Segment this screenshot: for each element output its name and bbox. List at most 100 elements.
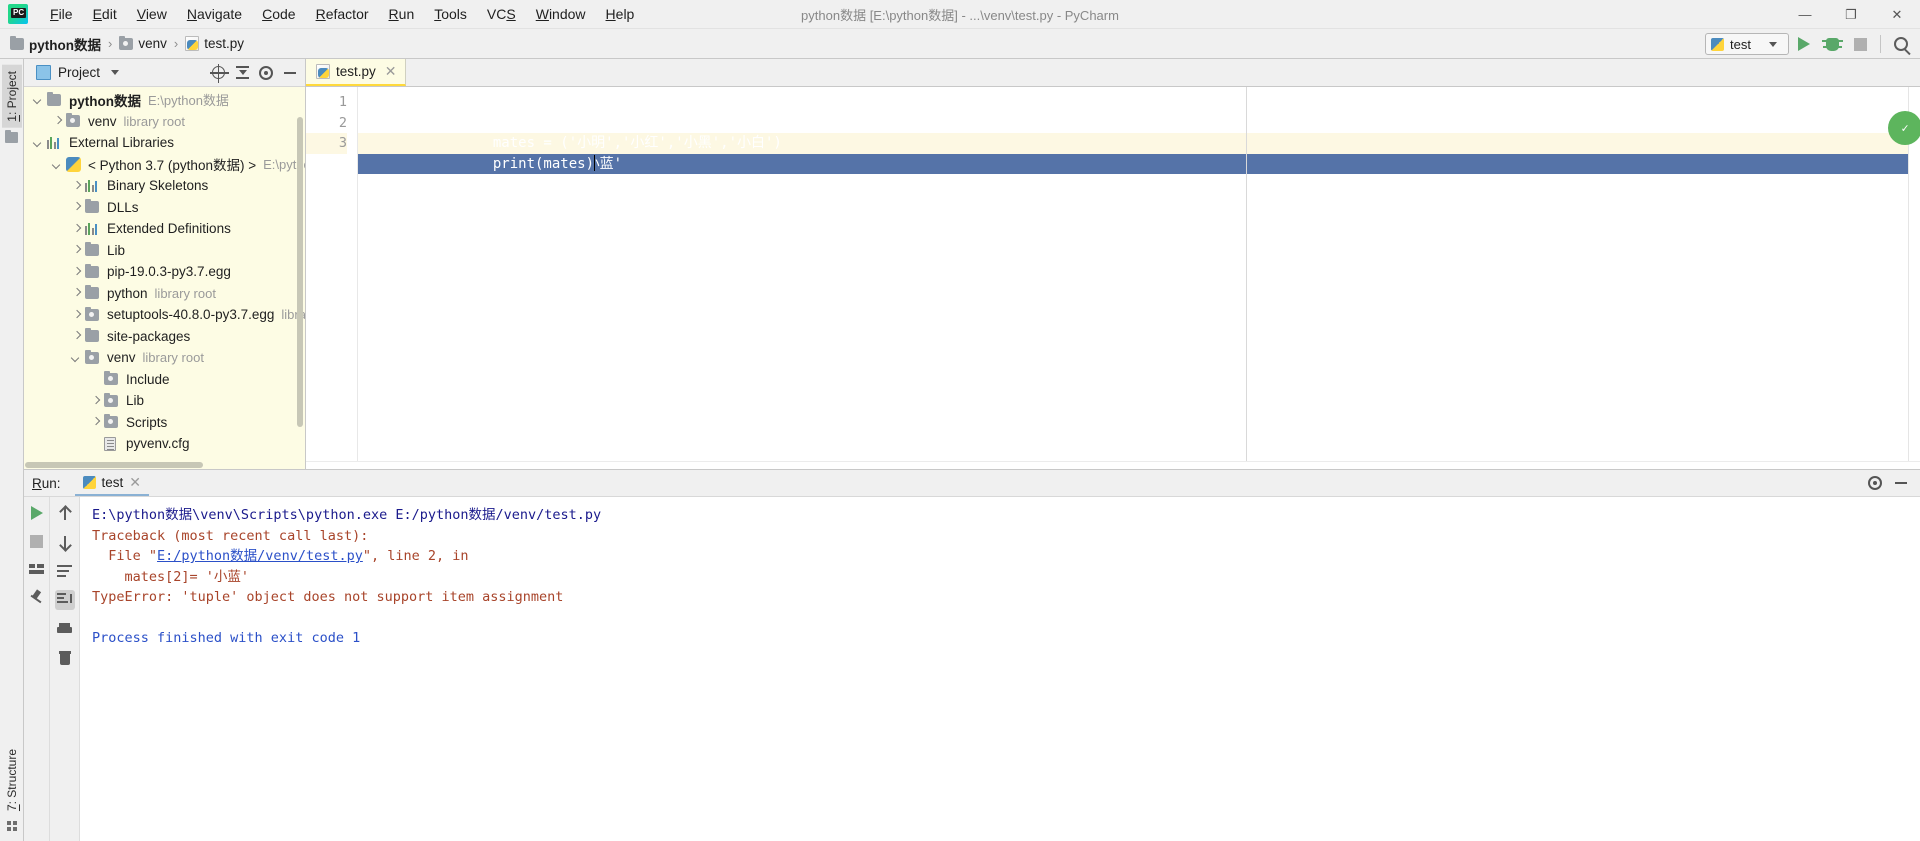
console-output[interactable]: E:\python数据\venv\Scripts\python.exe E:/p…: [80, 497, 1920, 841]
editor-area: test.py ✕ 1 2 3 mates = ('小明','小红','小黑',…: [306, 59, 1920, 469]
chevron-down-icon[interactable]: [70, 351, 83, 364]
tree-item[interactable]: Include: [24, 369, 305, 391]
tree-item[interactable]: venv library root: [24, 347, 305, 369]
rerun-button[interactable]: [27, 503, 47, 523]
bars-icon: [85, 179, 99, 192]
menu-window-label: indow: [548, 6, 586, 22]
debug-button[interactable]: [1819, 31, 1845, 57]
breadcrumb-item-venv[interactable]: venv: [117, 35, 169, 51]
menu-vcs[interactable]: VCS: [477, 2, 526, 26]
chevron-right-icon[interactable]: [70, 287, 83, 300]
breadcrumb-item-project[interactable]: python数据: [8, 34, 103, 54]
soft-wrap-button[interactable]: [55, 561, 75, 581]
menu-tools[interactable]: Tools: [424, 2, 477, 26]
minimize-button[interactable]: —: [1782, 0, 1828, 29]
pin-tab-button[interactable]: [27, 587, 47, 607]
sidebar-tab-project[interactable]: 1: Project: [1, 65, 22, 128]
menu-edit[interactable]: Edit: [83, 2, 127, 26]
menu-view[interactable]: View: [127, 2, 177, 26]
tree-item[interactable]: Extended Definitions: [24, 218, 305, 240]
run-configuration-selector[interactable]: test: [1705, 33, 1789, 55]
tree-item[interactable]: Binary Skeletons: [24, 175, 305, 197]
chevron-right-icon[interactable]: [70, 330, 83, 343]
inspection-status-badge[interactable]: ✓: [1888, 111, 1920, 145]
run-tab-test[interactable]: test ✕: [74, 470, 150, 496]
scroll-to-end-button[interactable]: [54, 590, 75, 610]
project-tree[interactable]: python数据 E:\python数据 venv library root Exter…: [24, 87, 305, 461]
breadcrumb-project-label: python数据: [29, 37, 101, 53]
editor-hscrollbar[interactable]: [306, 461, 1920, 469]
chevron-down-icon[interactable]: [32, 93, 45, 106]
tree-item[interactable]: pip-19.0.3-py3.7.egg: [24, 261, 305, 283]
tree-item[interactable]: python数据 E:\python数据: [24, 89, 305, 111]
run-toolbar-primary: [24, 497, 50, 841]
close-icon[interactable]: ✕: [129, 474, 141, 491]
menu-help[interactable]: Help: [596, 2, 645, 26]
chevron-right-icon[interactable]: [70, 244, 83, 257]
grid-strip-icon[interactable]: [6, 821, 17, 831]
python-icon: [66, 156, 81, 172]
tree-item[interactable]: pyvenv.cfg: [24, 433, 305, 455]
code-line-2[interactable]: mates[2]= '小蓝': [358, 113, 1908, 174]
hide-run-panel-button[interactable]: [1890, 472, 1912, 494]
clear-all-button[interactable]: [55, 648, 75, 668]
editor-tab-test-py[interactable]: test.py ✕: [306, 59, 406, 86]
tree-item[interactable]: Lib: [24, 240, 305, 262]
folder-icon: [85, 328, 99, 343]
scroll-from-source-button[interactable]: [207, 62, 229, 84]
maximize-button[interactable]: ❐: [1828, 0, 1874, 29]
tree-item[interactable]: External Libraries: [24, 132, 305, 154]
chevron-right-icon[interactable]: [70, 222, 83, 235]
next-occurrence-button[interactable]: [55, 532, 75, 552]
tree-item[interactable]: python library root: [24, 283, 305, 305]
collapse-all-button[interactable]: [231, 62, 253, 84]
menu-code[interactable]: Code: [252, 2, 305, 26]
tree-item[interactable]: setuptools-40.8.0-py3.7.egg libra: [24, 304, 305, 326]
menu-tools-label: ools: [441, 6, 467, 22]
menu-run[interactable]: Run: [379, 2, 425, 26]
show-layout-button[interactable]: [27, 559, 47, 579]
menu-window[interactable]: Window: [526, 2, 596, 26]
code-editor[interactable]: 1 2 3 mates = ('小明','小红','小黑','小白') '小蓝'…: [306, 87, 1920, 461]
run-button[interactable]: [1791, 31, 1817, 57]
chevron-right-icon[interactable]: [70, 308, 83, 321]
project-panel-title[interactable]: Project: [36, 65, 120, 80]
settings-button[interactable]: [255, 62, 277, 84]
close-button[interactable]: ✕: [1874, 0, 1920, 29]
code-line-1[interactable]: mates = ('小明','小红','小黑','小白'): [358, 92, 1908, 154]
sidebar-tab-structure[interactable]: 7: Structure: [2, 743, 22, 817]
stop-button[interactable]: [1847, 31, 1873, 57]
close-icon[interactable]: ✕: [385, 63, 397, 80]
chevron-right-icon[interactable]: [89, 394, 102, 407]
menu-refactor[interactable]: Refactor: [306, 2, 379, 26]
search-everywhere-button[interactable]: [1888, 31, 1914, 57]
hide-panel-button[interactable]: [279, 62, 301, 84]
console-file-link[interactable]: E:/python数据/venv/test.py: [157, 548, 363, 564]
menu-navigate[interactable]: Navigate: [177, 2, 252, 26]
menu-file[interactable]: File: [40, 2, 83, 26]
project-tree-hscrollbar[interactable]: [24, 461, 305, 469]
tree-item[interactable]: Lib: [24, 390, 305, 412]
project-tree-scrollbar[interactable]: [297, 117, 303, 427]
folder-strip-icon[interactable]: [5, 131, 18, 143]
stop-process-button[interactable]: [27, 531, 47, 551]
chevron-down-icon[interactable]: [32, 136, 45, 149]
code-content[interactable]: mates = ('小明','小红','小黑','小白') mates[2]= …: [358, 87, 1920, 461]
chevron-right-icon[interactable]: [70, 265, 83, 278]
tree-item[interactable]: site-packages: [24, 326, 305, 348]
chevron-right-icon[interactable]: [51, 115, 64, 128]
chevron-right-icon[interactable]: [70, 201, 83, 214]
tree-item[interactable]: DLLs: [24, 197, 305, 219]
tree-item[interactable]: < Python 3.7 (python数据) >E:\pytho: [24, 154, 305, 176]
tree-item[interactable]: venv library root: [24, 111, 305, 133]
chevron-right-icon[interactable]: [70, 179, 83, 192]
chevron-down-icon[interactable]: [51, 158, 64, 171]
search-icon: [1894, 37, 1908, 51]
run-settings-button[interactable]: [1864, 472, 1886, 494]
chevron-right-icon[interactable]: [89, 416, 102, 429]
folder-library-icon: [85, 306, 99, 321]
breadcrumb-item-file[interactable]: test.py: [183, 36, 246, 51]
tree-item[interactable]: Scripts: [24, 412, 305, 434]
prev-occurrence-button[interactable]: [55, 503, 75, 523]
print-button[interactable]: [55, 619, 75, 639]
